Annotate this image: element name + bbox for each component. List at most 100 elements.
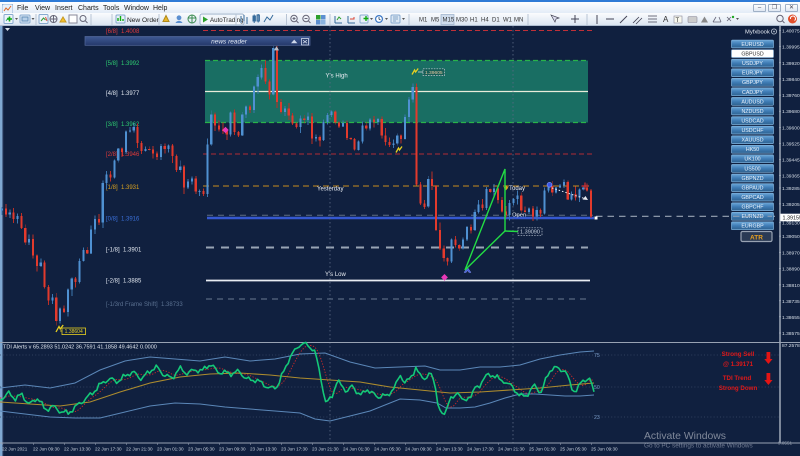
- svg-text:1.39050: 1.39050: [782, 234, 800, 240]
- svg-text:[3/8] 1.3962: [3/8] 1.3962: [106, 122, 140, 128]
- svg-text:1.39605: 1.39605: [425, 70, 443, 76]
- svg-text:USDJPY: USDJPY: [742, 61, 763, 67]
- svg-text:23 Jun 13:30: 23 Jun 13:30: [250, 447, 277, 452]
- svg-text:24 Jun 01:30: 24 Jun 01:30: [343, 447, 370, 452]
- svg-text:CADJPY: CADJPY: [742, 90, 763, 96]
- svg-text:ATR: ATR: [750, 234, 763, 241]
- svg-text:Y's High: Y's High: [326, 74, 348, 80]
- svg-text:[6/8] 1.4008: [6/8] 1.4008: [106, 29, 140, 35]
- svg-text:22 Jun 13:30: 22 Jun 13:30: [64, 447, 91, 452]
- svg-text:EURNZD: EURNZD: [741, 214, 763, 220]
- svg-text:1.39285: 1.39285: [782, 186, 800, 192]
- svg-text:22 Jun 2021: 22 Jun 2021: [2, 447, 28, 452]
- svg-text:D1: D1: [492, 18, 500, 24]
- svg-text:1.39365: 1.39365: [782, 173, 800, 179]
- svg-text:24 Jun 17:30: 24 Jun 17:30: [467, 447, 494, 452]
- svg-text:87.2578: 87.2578: [782, 343, 800, 349]
- svg-text:1.39155: 1.39155: [783, 216, 800, 222]
- svg-text:1.39840: 1.39840: [782, 77, 800, 83]
- svg-text:22 Jun 21:30: 22 Jun 21:30: [126, 447, 153, 452]
- svg-text:[-1/8] 1.3901: [-1/8] 1.3901: [106, 248, 142, 254]
- svg-text:1.39760: 1.39760: [782, 93, 800, 99]
- svg-text:M30: M30: [456, 18, 468, 24]
- svg-text:USDCAD: USDCAD: [741, 119, 764, 125]
- svg-text:[4/8] 1.3977: [4/8] 1.3977: [106, 91, 140, 97]
- svg-text:USDCHF: USDCHF: [741, 128, 764, 134]
- svg-text:M1: M1: [419, 18, 428, 24]
- svg-text:23 Jun 09:30: 23 Jun 09:30: [219, 447, 246, 452]
- svg-text:[-1/3rd Frame Shift] 1.38733: [-1/3rd Frame Shift] 1.38733: [106, 302, 183, 308]
- svg-text:23 Jun 17:30: 23 Jun 17:30: [281, 447, 308, 452]
- svg-text:23 Jun 21:30: 23 Jun 21:30: [312, 447, 339, 452]
- svg-text:25 Jun 09:30: 25 Jun 09:30: [591, 447, 618, 452]
- svg-text:M5: M5: [431, 18, 440, 24]
- svg-text:Strong Down: Strong Down: [719, 385, 758, 392]
- svg-text:50: 50: [594, 385, 600, 391]
- svg-text:EURGBP: EURGBP: [741, 224, 764, 230]
- svg-text:1.40075: 1.40075: [782, 29, 800, 35]
- svg-text:TDI Trend: TDI Trend: [723, 375, 752, 382]
- svg-text:EURUSD: EURUSD: [741, 42, 764, 48]
- svg-text:UK100: UK100: [744, 157, 760, 163]
- svg-text:1.39920: 1.39920: [782, 61, 800, 67]
- svg-text:1.39600: 1.39600: [782, 125, 800, 131]
- svg-text:[2/8] 1.3946: [2/8] 1.3946: [106, 152, 140, 158]
- svg-text:GBPAUD: GBPAUD: [742, 186, 764, 192]
- svg-text:Myfxbook: Myfxbook: [745, 30, 770, 36]
- svg-text:25 Jun 05:30: 25 Jun 05:30: [560, 447, 587, 452]
- svg-text:H1: H1: [470, 18, 478, 24]
- svg-text:22 Jun 09:30: 22 Jun 09:30: [33, 447, 60, 452]
- svg-text:XAUUSD: XAUUSD: [741, 138, 763, 144]
- svg-text:1.38655: 1.38655: [782, 315, 800, 321]
- svg-text:[5/8] 1.3992: [5/8] 1.3992: [106, 61, 140, 67]
- svg-text:[1/8] 1.3931: [1/8] 1.3931: [106, 185, 140, 191]
- svg-text:H4: H4: [481, 18, 489, 24]
- svg-text:24 Jun 09:30: 24 Jun 09:30: [405, 447, 432, 452]
- svg-text:GBPNZD: GBPNZD: [741, 176, 763, 182]
- svg-text:22 Jun 17:30: 22 Jun 17:30: [95, 447, 122, 452]
- svg-text:GBPCHF: GBPCHF: [741, 205, 764, 211]
- svg-text:New Order: New Order: [127, 17, 160, 24]
- svg-text:24 Jun 21:30: 24 Jun 21:30: [498, 447, 525, 452]
- svg-text:[-2/8] 1.3885: [-2/8] 1.3885: [106, 279, 142, 285]
- svg-text:24 Jun 13:30: 24 Jun 13:30: [436, 447, 463, 452]
- svg-text:AUDUSD: AUDUSD: [741, 99, 764, 105]
- svg-text:AutoTrading: AutoTrading: [210, 17, 244, 24]
- svg-text:23 Jun 05:30: 23 Jun 05:30: [188, 447, 215, 452]
- svg-text:1.39445: 1.39445: [782, 158, 800, 164]
- svg-text:23: 23: [594, 415, 600, 421]
- svg-text:A: A: [663, 15, 669, 24]
- svg-text:TDI Alerts v 65.2893 51.0242 3: TDI Alerts v 65.2893 51.0242 36.7591 41.…: [3, 345, 157, 351]
- svg-text:1.38970: 1.38970: [782, 250, 800, 256]
- svg-text:1.39205: 1.39205: [782, 202, 800, 208]
- svg-text:25 Jun 01:30: 25 Jun 01:30: [529, 447, 556, 452]
- svg-text:@ 1.39171: @ 1.39171: [723, 361, 754, 368]
- svg-text:Strong Sell: Strong Sell: [722, 351, 755, 358]
- svg-text:1.38575: 1.38575: [782, 331, 800, 337]
- svg-text:1.39680: 1.39680: [782, 109, 800, 115]
- svg-text:Go to PC settings to activate: Go to PC settings to activate Windows: [644, 443, 753, 450]
- svg-text:1.38810: 1.38810: [782, 283, 800, 289]
- svg-text:MN: MN: [514, 18, 523, 24]
- svg-text:US500: US500: [744, 166, 760, 172]
- svg-text:75: 75: [594, 353, 600, 359]
- svg-text:NZDUSD: NZDUSD: [741, 109, 763, 115]
- svg-text:M15: M15: [443, 18, 455, 24]
- svg-text:1.39090: 1.39090: [520, 230, 540, 236]
- svg-text:1.38735: 1.38735: [782, 299, 800, 305]
- svg-text:HK50: HK50: [746, 147, 759, 153]
- svg-text:T: T: [676, 18, 680, 24]
- svg-text:24 Jun 05:30: 24 Jun 05:30: [374, 447, 401, 452]
- svg-text:Activate Windows: Activate Windows: [644, 431, 726, 442]
- svg-text:Y's Low: Y's Low: [325, 272, 346, 278]
- svg-text:W1: W1: [503, 18, 513, 24]
- svg-text:GBPJPY: GBPJPY: [742, 80, 763, 86]
- svg-text:1.38604: 1.38604: [65, 329, 83, 335]
- svg-text:EURJPY: EURJPY: [742, 71, 763, 77]
- svg-text:[0/8] 1.3916: [0/8] 1.3916: [106, 217, 140, 223]
- svg-text:Yesterday: Yesterday: [317, 187, 343, 193]
- svg-text:GBPUSD: GBPUSD: [741, 52, 764, 58]
- svg-text:1.39525: 1.39525: [782, 142, 800, 148]
- svg-text:GBPCAD: GBPCAD: [741, 195, 764, 201]
- svg-text:news reader: news reader: [211, 39, 248, 46]
